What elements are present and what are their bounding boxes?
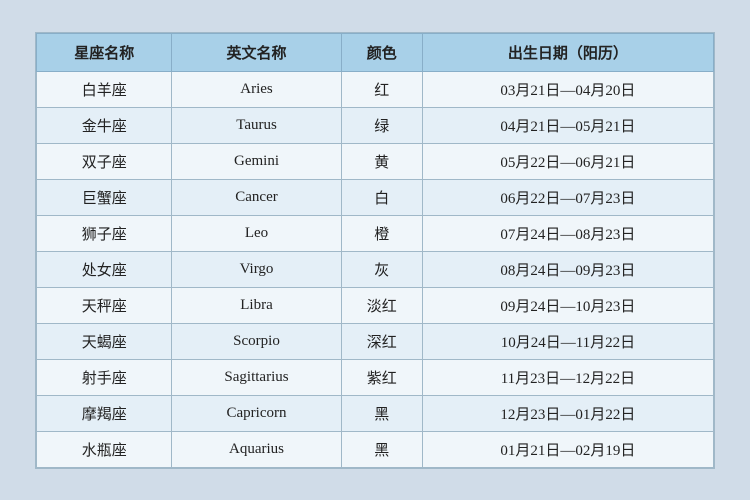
cell-english: Gemini — [172, 143, 341, 179]
cell-color: 绿 — [341, 107, 422, 143]
cell-chinese: 天秤座 — [37, 287, 172, 323]
cell-chinese: 射手座 — [37, 359, 172, 395]
cell-chinese: 摩羯座 — [37, 395, 172, 431]
cell-english: Capricorn — [172, 395, 341, 431]
cell-date: 10月24日—11月22日 — [422, 323, 713, 359]
table-row: 巨蟹座Cancer白06月22日—07月23日 — [37, 179, 714, 215]
table-header-row: 星座名称 英文名称 颜色 出生日期（阳历） — [37, 33, 714, 71]
table-row: 天蝎座Scorpio深红10月24日—11月22日 — [37, 323, 714, 359]
cell-date: 05月22日—06月21日 — [422, 143, 713, 179]
cell-english: Virgo — [172, 251, 341, 287]
table-row: 狮子座Leo橙07月24日—08月23日 — [37, 215, 714, 251]
cell-chinese: 水瓶座 — [37, 431, 172, 467]
cell-color: 黄 — [341, 143, 422, 179]
cell-date: 01月21日—02月19日 — [422, 431, 713, 467]
cell-color: 灰 — [341, 251, 422, 287]
cell-color: 橙 — [341, 215, 422, 251]
cell-english: Cancer — [172, 179, 341, 215]
cell-date: 12月23日—01月22日 — [422, 395, 713, 431]
table-row: 摩羯座Capricorn黑12月23日—01月22日 — [37, 395, 714, 431]
cell-english: Aquarius — [172, 431, 341, 467]
header-color: 颜色 — [341, 33, 422, 71]
table-row: 天秤座Libra淡红09月24日—10月23日 — [37, 287, 714, 323]
cell-date: 11月23日—12月22日 — [422, 359, 713, 395]
table-row: 白羊座Aries红03月21日—04月20日 — [37, 71, 714, 107]
cell-chinese: 巨蟹座 — [37, 179, 172, 215]
cell-date: 04月21日—05月21日 — [422, 107, 713, 143]
cell-color: 深红 — [341, 323, 422, 359]
cell-english: Aries — [172, 71, 341, 107]
cell-english: Scorpio — [172, 323, 341, 359]
cell-chinese: 处女座 — [37, 251, 172, 287]
cell-english: Leo — [172, 215, 341, 251]
cell-chinese: 白羊座 — [37, 71, 172, 107]
cell-chinese: 天蝎座 — [37, 323, 172, 359]
table-row: 射手座Sagittarius紫红11月23日—12月22日 — [37, 359, 714, 395]
cell-color: 白 — [341, 179, 422, 215]
cell-date: 08月24日—09月23日 — [422, 251, 713, 287]
cell-date: 06月22日—07月23日 — [422, 179, 713, 215]
table-row: 水瓶座Aquarius黑01月21日—02月19日 — [37, 431, 714, 467]
cell-date: 09月24日—10月23日 — [422, 287, 713, 323]
header-date: 出生日期（阳历） — [422, 33, 713, 71]
cell-date: 07月24日—08月23日 — [422, 215, 713, 251]
cell-color: 黑 — [341, 395, 422, 431]
cell-english: Libra — [172, 287, 341, 323]
cell-chinese: 狮子座 — [37, 215, 172, 251]
header-english: 英文名称 — [172, 33, 341, 71]
zodiac-table-container: 星座名称 英文名称 颜色 出生日期（阳历） 白羊座Aries红03月21日—04… — [35, 32, 715, 469]
zodiac-table: 星座名称 英文名称 颜色 出生日期（阳历） 白羊座Aries红03月21日—04… — [36, 33, 714, 468]
cell-english: Sagittarius — [172, 359, 341, 395]
cell-color: 红 — [341, 71, 422, 107]
table-body: 白羊座Aries红03月21日—04月20日金牛座Taurus绿04月21日—0… — [37, 71, 714, 467]
table-row: 双子座Gemini黄05月22日—06月21日 — [37, 143, 714, 179]
cell-color: 紫红 — [341, 359, 422, 395]
cell-english: Taurus — [172, 107, 341, 143]
table-row: 金牛座Taurus绿04月21日—05月21日 — [37, 107, 714, 143]
cell-color: 淡红 — [341, 287, 422, 323]
cell-chinese: 双子座 — [37, 143, 172, 179]
header-chinese: 星座名称 — [37, 33, 172, 71]
table-row: 处女座Virgo灰08月24日—09月23日 — [37, 251, 714, 287]
cell-color: 黑 — [341, 431, 422, 467]
cell-chinese: 金牛座 — [37, 107, 172, 143]
cell-date: 03月21日—04月20日 — [422, 71, 713, 107]
